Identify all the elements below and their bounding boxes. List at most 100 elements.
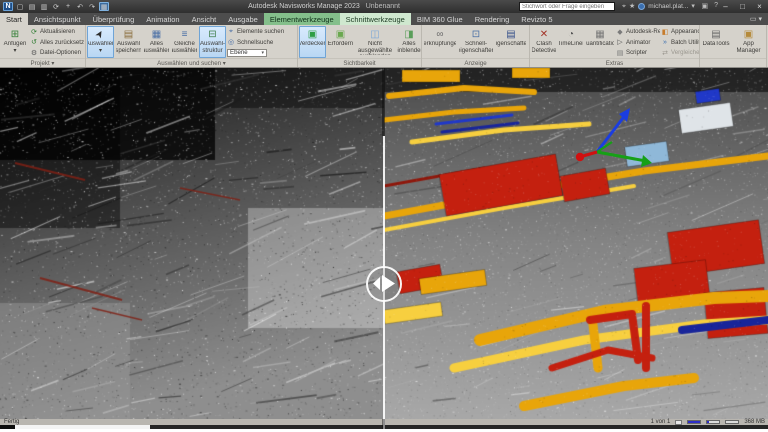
button-label: Auswahl-struktur xyxy=(200,41,225,54)
button-label: Alles einblenden ▾ xyxy=(396,41,421,55)
button-label: Aktualisieren xyxy=(40,28,75,35)
button-elemente-suchen[interactable]: ⌖Elemente suchen xyxy=(227,27,297,37)
button-appearance-profiler[interactable]: ◧Appearance Profiler xyxy=(661,27,699,37)
scene-viewport[interactable] xyxy=(0,68,768,419)
button-datei-optionen[interactable]: ⚙Datei-Optionen xyxy=(30,48,84,58)
ribbon-group-title[interactable]: Extras xyxy=(530,58,699,67)
button-timeliner[interactable]: ◔TimeLiner xyxy=(558,26,584,58)
button-gleiche-auswählen-[interactable]: ≡Gleiche auswählen ▾ xyxy=(171,26,198,58)
pan-button[interactable]: + xyxy=(63,2,73,11)
button-ebene[interactable]: Ebene▾ xyxy=(227,48,297,58)
button-app-manager[interactable]: ▣App Manager xyxy=(732,26,765,58)
restore-button[interactable]: □ xyxy=(736,1,749,11)
button-verknüpfungen[interactable]: ∞Verknüpfungen xyxy=(423,26,457,58)
ribbon-display-options[interactable]: ▭ ▾ xyxy=(744,13,768,25)
slider-play-arrow-icon xyxy=(382,275,395,292)
before-after-slider-handle[interactable] xyxy=(366,266,402,302)
ribbon-group-sichtbarkeit: ▣Verdecken▣Erfordern◫Nicht ausgewählte a… xyxy=(298,25,422,67)
refresh-button[interactable]: ⟳ xyxy=(51,2,61,11)
whats-new-icon[interactable]: ▣ xyxy=(701,2,708,10)
refresh-icon: ⟳ xyxy=(30,28,38,36)
compare-divider-bottom xyxy=(382,419,385,429)
button-schnellsuche[interactable]: ◎Schnellsuche xyxy=(227,37,297,47)
application-menu-button[interactable]: N xyxy=(3,2,13,11)
tab-ansicht[interactable]: Ansicht xyxy=(186,13,223,25)
ribbon: ⊞Anfügen ▾⟳Aktualisieren↺Alles zurückset… xyxy=(0,25,768,68)
button-animator[interactable]: ▷Animator xyxy=(616,37,660,47)
button-eigenschaften[interactable]: ▤Eigenschaften xyxy=(495,26,527,58)
button-erfordern[interactable]: ▣Erfordern xyxy=(327,26,354,58)
select-mode-button[interactable]: ▦ xyxy=(99,2,109,11)
ribbon-stack: ⟳Aktualisieren↺Alles zurücksetzen... ▾⚙D… xyxy=(30,26,84,58)
button-auswählen-[interactable]: ➤Auswählen ▾ xyxy=(87,26,114,58)
save-button[interactable]: ▤ xyxy=(27,2,37,11)
file-options-icon: ⚙ xyxy=(30,49,38,57)
tab-bim-360-glue[interactable]: BIM 360 Glue xyxy=(411,13,469,25)
button-autodesk-rendering[interactable]: ◆Autodesk-Rendering xyxy=(616,27,660,37)
button-label: Animator xyxy=(626,39,650,46)
unhide-all-icon: ◨ xyxy=(404,28,413,41)
ribbon-group-title[interactable]: Anzeige xyxy=(422,58,529,67)
button-schnell-eigenschaften[interactable]: ⊡Schnell-eigenschaften xyxy=(458,26,494,58)
button-alles-einblenden-[interactable]: ◨Alles einblenden ▾ xyxy=(396,26,421,58)
redo-button[interactable]: ↷ xyxy=(87,2,97,11)
tab-start[interactable]: Start xyxy=(0,13,28,25)
app-manager-icon: ▣ xyxy=(744,28,753,41)
window-title: Autodesk Navisworks Manage 2023 Unbenann… xyxy=(240,0,400,13)
user-caret-icon[interactable]: ▾ xyxy=(691,2,695,11)
ribbon-group-title[interactable]: Projekt ▾ xyxy=(0,58,85,67)
ribbon-stack: ◆Autodesk-Rendering▷Animator▤Scripter xyxy=(616,26,660,58)
close-button[interactable]: × xyxy=(753,1,766,11)
button-clash-detective[interactable]: ✕Clash Detective xyxy=(531,26,557,58)
chevron-down-icon[interactable]: ▾ xyxy=(261,50,264,56)
ribbon-group-title[interactable]: Sichtbarkeit xyxy=(298,58,421,67)
button-aktualisieren[interactable]: ⟳Aktualisieren xyxy=(30,27,84,37)
ribbon-stack: ⌖Elemente suchen◎Schnellsuche Ebene▾ xyxy=(227,26,297,58)
ribbon-group-ausw-hlen-und-suchen-: ➤Auswählen ▾▤Auswahl speichern▦Alles aus… xyxy=(86,25,298,67)
button-label: Alles zurücksetzen... ▾ xyxy=(40,39,84,46)
select-all-icon: ▦ xyxy=(152,28,161,41)
search-go-icon[interactable]: ⌖ xyxy=(622,2,626,11)
app-title: Autodesk Navisworks Manage 2023 xyxy=(248,3,360,10)
save-selection-icon: ▤ xyxy=(124,28,133,41)
tab-ausgabe[interactable]: Ausgabe xyxy=(222,13,264,25)
button-label: App Manager xyxy=(733,41,764,54)
tab-elementwerkzeuge[interactable]: Elementwerkzeuge xyxy=(264,13,340,25)
selection-resolution-dropdown[interactable]: Ebene▾ xyxy=(227,49,267,57)
button-quantification[interactable]: ▦Quantification xyxy=(585,26,615,58)
button-nicht-ausgewählte-ausblenden[interactable]: ◫Nicht ausgewählte ausblenden xyxy=(355,26,395,58)
help-icon[interactable]: ? xyxy=(714,2,718,10)
button-label: Verdecken xyxy=(299,41,326,48)
button-datatools[interactable]: ▤DataTools xyxy=(701,26,731,58)
select-icon: ➤ xyxy=(93,28,108,42)
search-input[interactable] xyxy=(519,2,615,11)
button-label: Clash Detective xyxy=(531,41,556,54)
tab-animation[interactable]: Animation xyxy=(140,13,185,25)
open-button[interactable]: ▢ xyxy=(15,2,25,11)
print-button[interactable]: ▥ xyxy=(39,2,49,11)
button-scripter[interactable]: ▤Scripter xyxy=(616,48,660,58)
minimize-button[interactable]: – xyxy=(719,1,732,11)
button-auswahl-speichern[interactable]: ▤Auswahl speichern xyxy=(115,26,142,58)
button-label: Eigenschaften xyxy=(495,41,527,48)
tab-rendering[interactable]: Rendering xyxy=(469,13,516,25)
tab-ansichtspunkt[interactable]: Ansichtspunkt xyxy=(28,13,87,25)
user-area[interactable]: ⌖ ★ michael.plat... ▾ xyxy=(622,2,695,11)
user-name[interactable]: michael.plat... xyxy=(648,3,688,10)
tab-revizto-5[interactable]: Revizto 5 xyxy=(515,13,558,25)
tab--berpr-fung[interactable]: Überprüfung xyxy=(87,13,141,25)
model-view-right[interactable] xyxy=(384,68,768,419)
tab-schnittwerkzeuge[interactable]: Schnittwerkzeuge xyxy=(340,13,411,25)
button-anfügen-[interactable]: ⊞Anfügen ▾ xyxy=(1,26,29,58)
button-verdecken[interactable]: ▣Verdecken xyxy=(299,26,326,58)
button-auswahl-struktur[interactable]: ⊟Auswahl-struktur xyxy=(199,26,226,58)
favorites-icon[interactable]: ★ xyxy=(629,2,635,11)
button-alles-zurücksetzen-[interactable]: ↺Alles zurücksetzen... ▾ xyxy=(30,37,84,47)
sheet-browser-icon[interactable] xyxy=(675,420,682,425)
button-batch-utility[interactable]: »Batch Utility xyxy=(661,37,699,47)
pointcloud-view-left[interactable] xyxy=(0,68,384,419)
undo-button[interactable]: ↶ xyxy=(75,2,85,11)
ribbon-group-title[interactable]: Auswählen und suchen ▾ xyxy=(86,58,297,67)
button-label: Datei-Optionen xyxy=(40,49,81,56)
button-alles-auswählen-[interactable]: ▦Alles auswählen ▾ xyxy=(143,26,170,58)
